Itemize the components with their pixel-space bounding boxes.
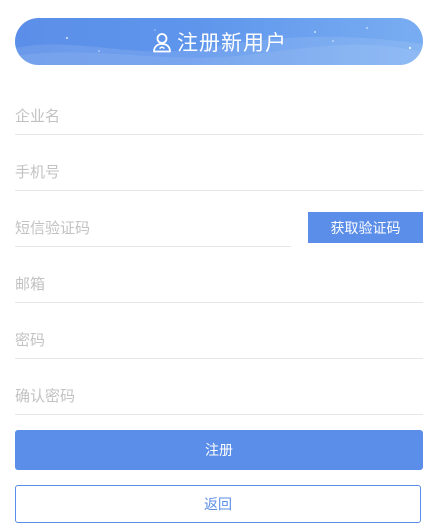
get-code-button[interactable]: 获取验证码 <box>308 212 423 243</box>
register-button[interactable]: 注册 <box>15 430 423 470</box>
page-title: 注册新用户 <box>177 30 287 55</box>
email-field <box>15 262 423 303</box>
company-name-input[interactable] <box>15 104 423 128</box>
company-name-field <box>15 94 423 135</box>
user-icon <box>151 31 173 53</box>
back-button[interactable]: 返回 <box>15 485 421 523</box>
phone-input[interactable] <box>15 160 423 184</box>
password-field <box>15 318 423 359</box>
password-input[interactable] <box>15 328 423 352</box>
email-input[interactable] <box>15 272 423 296</box>
confirm-password-input[interactable] <box>15 384 423 408</box>
phone-field <box>15 150 423 191</box>
sms-code-field <box>15 206 291 247</box>
header-banner: 注册新用户 <box>15 18 423 65</box>
confirm-password-field <box>15 374 423 415</box>
sms-code-input[interactable] <box>15 216 291 240</box>
